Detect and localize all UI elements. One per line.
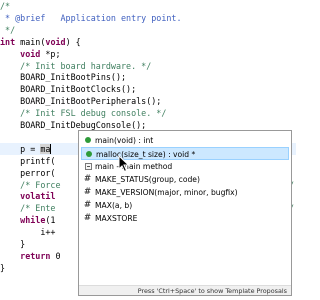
content-assist-popup: main(void) : int malloc(size_t size) : vo… (78, 130, 292, 296)
mouse-pointer-icon (118, 155, 130, 173)
code-line: i++ (0, 227, 56, 238)
code-line: /* Force (0, 179, 61, 190)
proposal-item[interactable]: # MAX(a, b) (81, 199, 289, 212)
proposal-label: MAXSTORE (95, 214, 138, 223)
code-line: /* Ente (0, 203, 56, 214)
code-line: /* Init board hardware. */ (0, 60, 152, 71)
code-line: void *p; (20, 48, 61, 59)
proposal-item[interactable]: main - main method (81, 160, 289, 173)
code-line: } (0, 262, 6, 273)
proposal-item[interactable]: # MAKE_VERSION(major, minor, bugfix) (81, 186, 289, 199)
proposal-item[interactable]: # MAKE_STATUS(group, code) (81, 173, 289, 186)
function-icon (85, 137, 91, 143)
code-line: printf( (0, 155, 56, 166)
proposal-item[interactable]: malloc(size_t size) : void * (81, 147, 289, 160)
code-line: */ (0, 24, 16, 35)
popup-footer-hint: Press 'Ctrl+Space' to show Template Prop… (79, 285, 291, 295)
macro-icon: # (84, 174, 92, 184)
macro-icon: # (84, 213, 92, 223)
function-icon (86, 151, 92, 157)
code-line: BOARD_InitBootPeripherals(); (0, 96, 162, 107)
code-line: while(1 (20, 215, 56, 226)
code-line: * @brief Application entry point. (0, 12, 182, 23)
code-line: perror( (0, 167, 56, 178)
code-line: int main(void) { (0, 36, 81, 47)
proposal-item[interactable]: main(void) : int (81, 134, 289, 147)
code-line: BOARD_InitBootPins(); (0, 72, 127, 83)
proposal-label: MAKE_VERSION(major, minor, bugfix) (95, 188, 238, 197)
code-line: /* (0, 1, 11, 11)
template-icon (85, 163, 92, 170)
proposal-label: main(void) : int (95, 136, 154, 145)
code-line: /* Init FSL debug console. */ (0, 108, 167, 119)
proposal-label: MAX(a, b) (95, 201, 133, 210)
code-line: } (0, 239, 26, 249)
text-caret (50, 144, 52, 155)
macro-icon: # (84, 200, 92, 210)
proposal-label: main - main method (95, 162, 173, 171)
proposal-item[interactable]: # MAXSTORE (81, 212, 289, 225)
code-line: BOARD_InitBootClocks(); (0, 84, 137, 95)
macro-icon: # (84, 187, 92, 197)
code-line: volatil (0, 191, 56, 202)
code-line: return 0 (20, 250, 61, 261)
proposal-label: MAKE_STATUS(group, code) (95, 175, 200, 184)
